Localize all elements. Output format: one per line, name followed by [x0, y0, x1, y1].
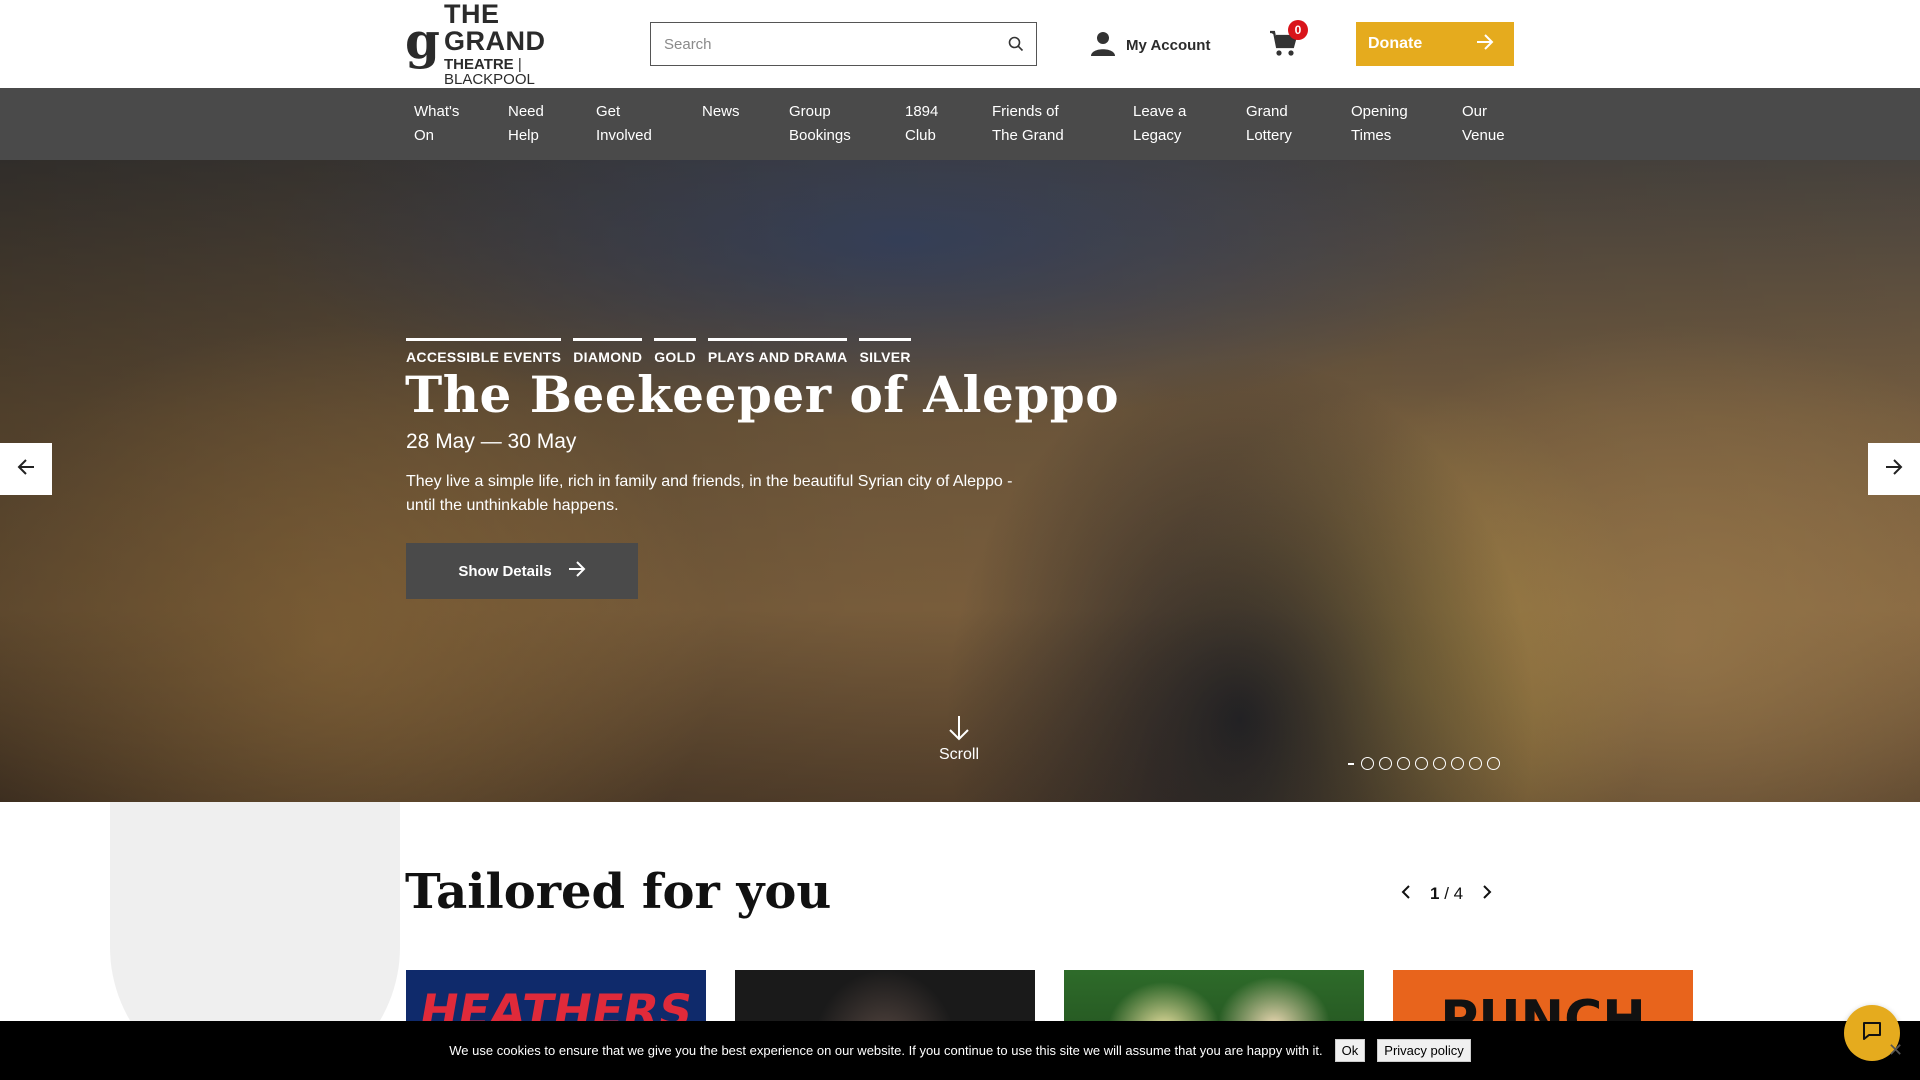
arrow-down-icon: [918, 715, 1000, 746]
scroll-indicator[interactable]: Scroll: [918, 715, 1000, 764]
tag-diamond[interactable]: DIAMOND: [573, 338, 643, 365]
search-icon[interactable]: [996, 36, 1036, 52]
chevron-left-icon[interactable]: [1400, 884, 1412, 904]
slide-dot[interactable]: [1397, 757, 1410, 770]
nav-item-whats-on[interactable]: What's On: [414, 100, 459, 148]
close-icon[interactable]: ✕: [1888, 1040, 1903, 1061]
site-logo[interactable]: g THE GRAND THEATRE | BLACKPOOL: [405, 1, 597, 88]
scroll-label: Scroll: [938, 746, 979, 763]
slide-dot[interactable]: [1487, 757, 1500, 770]
show-details-label: Show Details: [458, 562, 552, 580]
cart-count-badge: 0: [1288, 20, 1308, 40]
slide-dot[interactable]: [1415, 757, 1428, 770]
tag-accessible-events[interactable]: ACCESSIBLE EVENTS: [406, 338, 562, 365]
nav-item-get-involved[interactable]: Get Involved: [596, 100, 652, 148]
tag-gold[interactable]: GOLD: [654, 338, 696, 365]
logo-line1: THE GRAND: [443, 0, 546, 56]
slide-dot[interactable]: [1361, 757, 1374, 770]
my-account-link[interactable]: My Account: [1090, 30, 1210, 60]
cookie-ok-button[interactable]: Ok: [1334, 1039, 1366, 1062]
section-title: Tailored for you: [405, 864, 832, 920]
nav-item-opening-times[interactable]: Opening Times: [1351, 100, 1408, 148]
next-slide-button[interactable]: [1868, 443, 1920, 495]
nav-item-need-help[interactable]: Need Help: [508, 100, 544, 148]
hero-dates: 28 May — 30 May: [406, 430, 577, 453]
prev-slide-button[interactable]: [0, 443, 52, 495]
nav-item-our-venue[interactable]: Our Venue: [1462, 100, 1505, 148]
nav-item-1894-club[interactable]: 1894 Club: [905, 100, 938, 148]
active-slide-indicator: [1348, 762, 1354, 765]
nav-item-grand-lottery[interactable]: Grand Lottery: [1246, 100, 1292, 148]
site-header: g THE GRAND THEATRE | BLACKPOOL My Accou…: [0, 0, 1920, 88]
show-details-button[interactable]: Show Details: [406, 543, 638, 599]
nav-item-news[interactable]: News: [702, 100, 740, 124]
hero-tags: ACCESSIBLE EVENTS DIAMOND GOLD PLAYS AND…: [406, 338, 911, 365]
hero-title: The Beekeeper of Aleppo: [405, 365, 1120, 424]
main-nav: What's On Need Help Get Involved News Group…: [0, 88, 1920, 160]
nav-item-leave-a-legacy[interactable]: Leave a Legacy: [1133, 100, 1186, 148]
my-account-label: My Account: [1126, 36, 1211, 54]
cart-button[interactable]: 0: [1268, 20, 1308, 62]
slide-dot[interactable]: [1379, 757, 1392, 770]
page-indicator: 1 / 4: [1430, 884, 1464, 903]
arrow-right-icon: [568, 561, 586, 581]
tag-plays-and-drama[interactable]: PLAYS AND DRAMA: [707, 338, 848, 365]
hero-slider: ACCESSIBLE EVENTS DIAMOND GOLD PLAYS AND…: [0, 160, 1920, 802]
chat-icon: [1861, 1020, 1883, 1047]
carousel-pager: 1 / 4: [1400, 884, 1493, 904]
cookie-text: We use cookies to ensure that we give yo…: [449, 1043, 1323, 1058]
slide-dot[interactable]: [1469, 757, 1482, 770]
tag-silver[interactable]: SILVER: [859, 338, 911, 365]
logo-line2: THEATRE | BLACKPOOL: [443, 56, 535, 88]
arrow-left-icon: [17, 458, 35, 480]
donate-label: Donate: [1368, 35, 1423, 52]
slide-dot[interactable]: [1433, 757, 1446, 770]
search-box: [650, 22, 1037, 66]
arrow-right-icon: [1476, 33, 1494, 55]
slide-dots: [1348, 757, 1500, 770]
cart-icon: [1268, 30, 1298, 62]
cookie-banner: We use cookies to ensure that we give yo…: [0, 1021, 1920, 1080]
chevron-right-icon[interactable]: [1481, 884, 1493, 904]
arrow-right-icon: [1885, 458, 1903, 480]
user-icon: [1090, 30, 1116, 60]
hero-description: They live a simple life, rich in family …: [406, 473, 1013, 514]
slide-dot[interactable]: [1451, 757, 1464, 770]
nav-item-friends-of-the-grand[interactable]: Friends of The Grand: [992, 100, 1064, 148]
nav-item-group-bookings[interactable]: Group Bookings: [789, 100, 851, 148]
search-input[interactable]: [651, 23, 996, 65]
privacy-policy-button[interactable]: Privacy policy: [1377, 1039, 1471, 1062]
logo-mark: g: [405, 11, 440, 70]
donate-button[interactable]: Donate: [1356, 22, 1514, 66]
